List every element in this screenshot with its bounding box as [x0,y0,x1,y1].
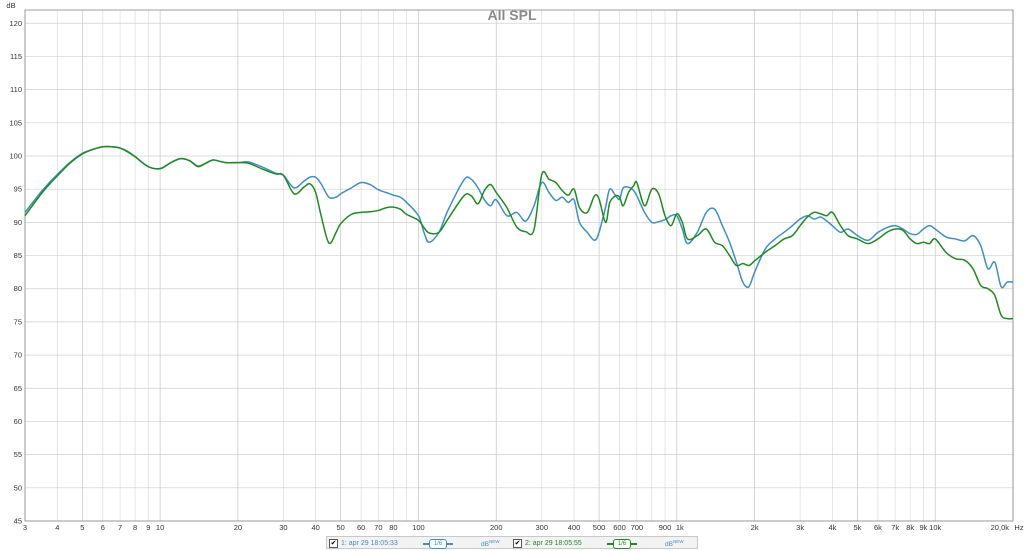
x-tick-8: 20 [234,523,242,532]
y-tick-15: 120 [9,19,22,28]
y-tick-6: 75 [14,317,22,326]
x-tick-13: 70 [374,523,382,532]
db-label-1: dB [481,541,489,549]
x-axis-ticks: 3 4 5 6 7 8 9 10 20 30 40 50 60 70 80 100 200 300 400 500 60… [23,523,1009,532]
series-line-1 [24,145,1014,289]
legend-label-2: 2: apr 29 18:05:55 [525,540,582,547]
x-tick-6: 9 [146,523,150,532]
x-tick-26: 4k [828,523,836,532]
x-tick-24: 2k [751,523,759,532]
x-tick-29: 7k [891,523,899,532]
legend-item-1[interactable]: ✔ 1: apr 29 18:05:33 [329,537,398,550]
db-offset-1[interactable]: dBNEW [481,539,499,548]
series-line-2 [24,145,1014,320]
chart-title: All SPL [487,7,536,23]
y-tick-7: 80 [14,284,22,293]
x-tick-32: 10k [929,523,941,532]
y-tick-2: 55 [14,450,22,459]
x-tick-10: 40 [311,523,319,532]
y-tick-11: 100 [9,152,22,161]
x-tick-31: 9k [919,523,927,532]
x-tick-14: 80 [389,523,397,532]
x-tick-15: 100 [412,523,425,532]
smoothing-button-1[interactable]: 1/6 [429,539,447,549]
x-tick-11: 50 [337,523,345,532]
y-tick-4: 65 [14,384,22,393]
x-tick-28: 6k [874,523,882,532]
x-tick-25: 3k [796,523,804,532]
y-tick-14: 115 [10,52,22,61]
x-tick-3: 6 [101,523,105,532]
y-tick-1: 50 [14,483,22,492]
x-tick-22: 900 [659,523,672,532]
plot-frame [24,9,1014,522]
y-tick-9: 90 [14,218,22,227]
x-tick-27: 5k [853,523,861,532]
x-tick-20: 600 [613,523,626,532]
y-tick-12: 105 [9,118,22,127]
x-tick-30: 8k [906,523,914,532]
legend-item-2[interactable]: ✔ 2: apr 29 18:05:55 [513,537,582,550]
y-tick-8: 85 [14,251,22,260]
x-tick-17: 300 [535,523,548,532]
db-sup-2: NEW [672,539,684,544]
grid-lines [24,10,1014,522]
x-tick-21: 700 [631,523,644,532]
x-tick-4: 7 [118,523,122,532]
x-tick-9: 30 [279,523,287,532]
y-tick-0: 45 [14,517,22,526]
x-tick-19: 500 [593,523,606,532]
db-offset-2[interactable]: dBNEW [665,539,683,548]
y-axis-unit: dB [6,1,15,10]
db-sup-1: NEW [488,539,500,544]
x-tick-12: 60 [357,523,365,532]
x-tick-16: 200 [490,523,503,532]
legend-checkbox-1[interactable]: ✔ [329,539,338,548]
db-label-2: dB [665,541,673,549]
y-tick-10: 95 [14,185,22,194]
y-tick-13: 110 [10,85,22,94]
legend-checkbox-2[interactable]: ✔ [513,539,522,548]
series-lines [24,145,1014,320]
x-tick-33: 20,0k [991,523,1010,532]
x-axis-unit: Hz [1014,523,1023,532]
y-axis-ticks: 45 50 55 60 65 70 75 80 85 90 95 100 105 110 115 120 [9,19,22,526]
x-tick-23: 1k [676,523,684,532]
legend-label-1: 1: apr 29 18:05:33 [341,540,398,547]
x-tick-18: 400 [568,523,581,532]
x-tick-7: 10 [156,523,164,532]
x-tick-0: 3 [23,523,27,532]
smoothing-button-2[interactable]: 1/6 [613,539,631,549]
x-tick-2: 5 [80,523,84,532]
legend: ✔ 1: apr 29 18:05:33 1/6 dBNEW ✔ 2: apr … [326,536,698,549]
y-tick-3: 60 [14,417,22,426]
x-tick-1: 4 [55,523,59,532]
x-tick-5: 8 [133,523,137,532]
y-tick-5: 70 [14,351,22,360]
spl-chart: 4550556065707580859095100105110115120 34… [6,1,1023,532]
